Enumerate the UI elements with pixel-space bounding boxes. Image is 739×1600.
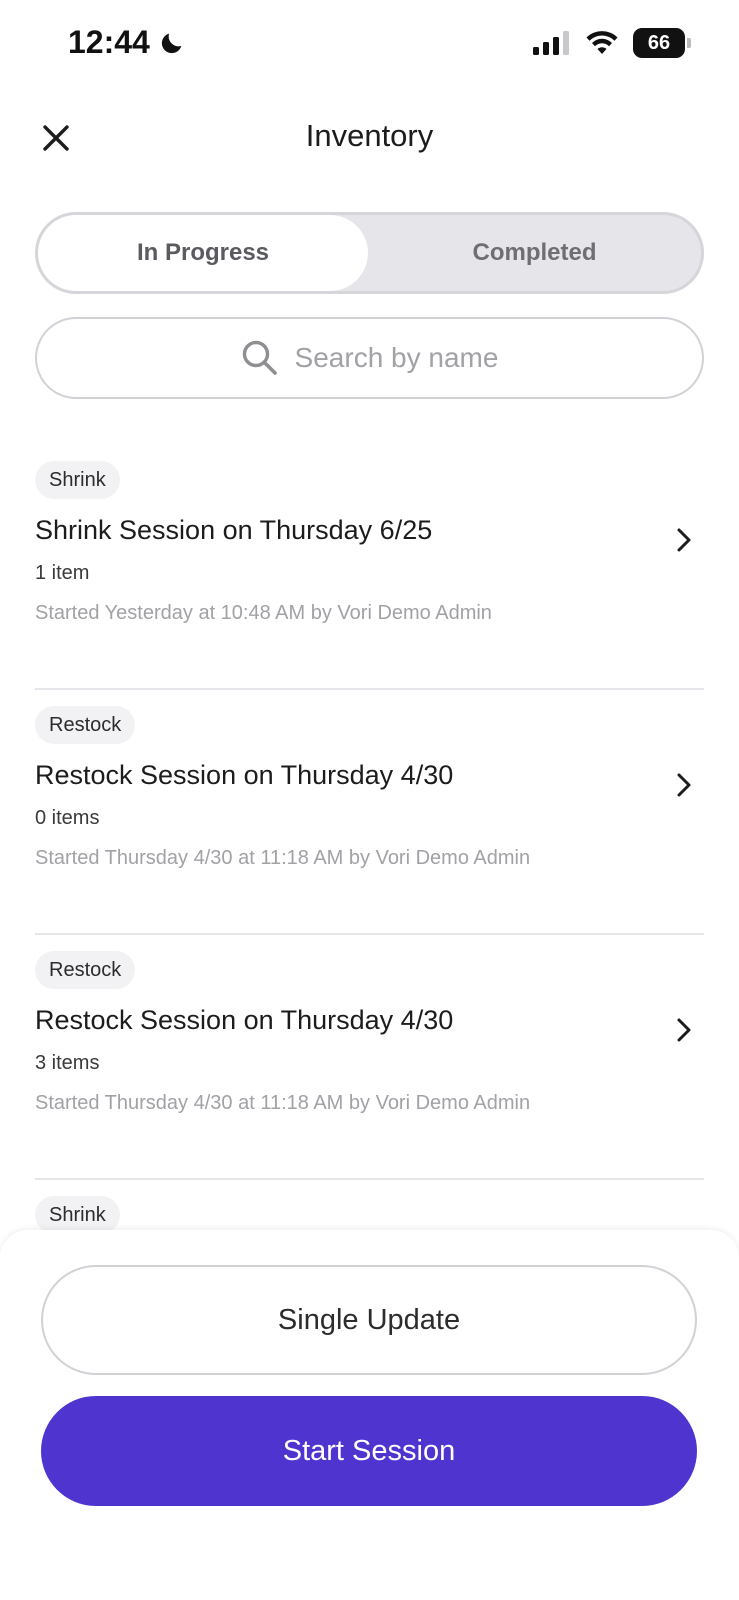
status-bar: 12:44 66 — [0, 0, 739, 90]
search-icon — [242, 340, 277, 375]
session-meta: Started Yesterday at 10:48 AM by Vori De… — [35, 602, 492, 624]
status-icons: 66 — [533, 28, 691, 58]
clock-text: 12:44 — [68, 24, 150, 60]
tab-in-progress[interactable]: In Progress — [38, 215, 368, 291]
session-row[interactable]: Restock Restock Session on Thursday 4/30… — [35, 935, 704, 1180]
chevron-right-icon — [677, 773, 691, 797]
session-title: Restock Session on Thursday 4/30 — [35, 760, 454, 790]
session-type-badge: Shrink — [35, 461, 120, 499]
moon-icon — [161, 33, 182, 53]
tab-completed[interactable]: Completed — [368, 215, 701, 291]
battery-indicator: 66 — [633, 28, 691, 58]
header: Inventory — [0, 100, 739, 176]
chevron-right-icon — [677, 528, 691, 552]
signal-icon — [533, 31, 569, 55]
search-input[interactable]: Search by name — [35, 317, 704, 399]
wifi-icon — [586, 31, 618, 54]
session-item-count: 0 items — [35, 807, 100, 829]
chevron-right-icon — [677, 1018, 691, 1042]
status-time: 12:44 — [68, 24, 186, 61]
session-list: Shrink Shrink Session on Thursday 6/25 1… — [35, 445, 704, 1250]
session-title: Restock Session on Thursday 4/30 — [35, 1005, 454, 1035]
session-meta: Started Thursday 4/30 at 11:18 AM by Vor… — [35, 1092, 531, 1114]
session-row[interactable]: Restock Restock Session on Thursday 4/30… — [35, 690, 704, 935]
action-sheet: Single Update Start Session — [0, 1230, 739, 1600]
session-type-badge: Shrink — [35, 1196, 120, 1234]
session-item-count: 3 items — [35, 1052, 100, 1074]
search-placeholder: Search by name — [294, 342, 499, 373]
page-title: Inventory — [305, 118, 434, 153]
single-update-button[interactable]: Single Update — [41, 1265, 697, 1375]
session-meta: Started Thursday 4/30 at 11:18 AM by Vor… — [35, 847, 531, 869]
session-title: Shrink Session on Thursday 6/25 — [35, 515, 433, 545]
session-type-badge: Restock — [35, 706, 136, 744]
start-session-button[interactable]: Start Session — [41, 1396, 697, 1506]
session-item-count: 1 item — [35, 562, 90, 584]
session-row[interactable]: Shrink Shrink Session on Thursday 6/25 1… — [35, 445, 704, 690]
status-tabs: In Progress Completed — [35, 212, 704, 294]
session-type-badge: Restock — [35, 951, 136, 989]
